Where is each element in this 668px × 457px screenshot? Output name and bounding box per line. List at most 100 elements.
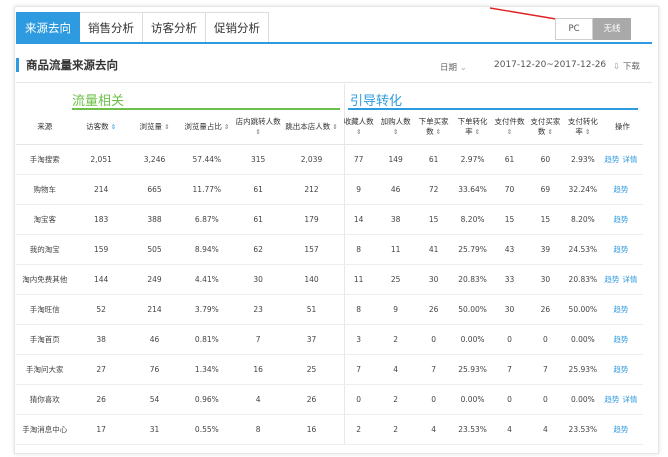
table-row: 手淘消息中心 17 31 0.55% 8 16 2 2 4 23.53% 4 4 23.53% 趋势 <box>16 414 643 445</box>
tab-sales[interactable]: 销售分析 <box>80 12 143 44</box>
table-cell: 37 <box>282 324 341 355</box>
trend-link[interactable]: 趋势 <box>613 215 628 224</box>
table-cell: 315 <box>233 144 283 175</box>
trend-link[interactable]: 趋势 <box>604 155 619 164</box>
column-header[interactable]: 支付件数 ⇕ <box>492 110 527 145</box>
table-cell: 7 <box>492 354 527 385</box>
sort-icon[interactable]: ⇕ <box>393 128 398 136</box>
table-row: 我的淘宝 159 505 8.94% 62 157 8 11 41 25.79% 43 39 24.53… <box>16 234 643 265</box>
table-cell: 23 <box>233 294 283 325</box>
column-header[interactable]: 下单转化率 ⇕ <box>453 110 493 145</box>
column-header[interactable]: 店内跳转人数 ⇕ <box>233 110 283 145</box>
trend-link[interactable]: 趋势 <box>613 425 628 434</box>
column-header[interactable]: 浏览量占比 ⇕ <box>180 110 234 145</box>
table-cell: 25.93% <box>453 354 493 385</box>
title-bar <box>16 58 19 72</box>
table-cell: 9 <box>377 294 415 325</box>
source-name: 手淘旺信 <box>16 294 74 325</box>
table-cell: 25.79% <box>453 234 493 265</box>
download-button[interactable]: ⇩ 下载 <box>613 60 640 72</box>
sort-icon[interactable]: ⇕ <box>507 128 512 136</box>
download-label: 下载 <box>622 62 640 72</box>
actions-cell: 趋势 <box>601 324 643 355</box>
table-cell: 214 <box>73 174 129 205</box>
date-type-select[interactable]: 日期 ⌄ <box>440 61 467 73</box>
table-cell: 144 <box>73 264 129 295</box>
table-cell: 25 <box>377 264 415 295</box>
table-cell: 4 <box>233 384 283 415</box>
date-range[interactable]: 2017-12-20~2017-12-26 <box>494 60 606 70</box>
sort-icon[interactable]: ⇕ <box>255 128 260 136</box>
trend-link[interactable]: 趋势 <box>613 365 628 374</box>
table-cell: 16 <box>233 354 283 385</box>
sort-icon[interactable]: ⇕ <box>222 123 229 131</box>
trend-link[interactable]: 趋势 <box>613 335 628 344</box>
trend-link[interactable]: 趋势 <box>613 305 628 314</box>
trend-link[interactable]: 趋势 <box>613 185 628 194</box>
column-header[interactable]: 收藏人数 ⇕ <box>340 110 378 145</box>
column-header[interactable]: 下单买家数 ⇕ <box>414 110 454 145</box>
column-header[interactable]: 加购人数 ⇕ <box>377 110 415 145</box>
table-cell: 57.44% <box>180 144 234 175</box>
table-cell: 32.24% <box>563 174 602 205</box>
table-cell: 26 <box>73 384 129 415</box>
column-header[interactable]: 访客数 ⇕ <box>73 110 129 145</box>
table-cell: 8.94% <box>180 234 234 265</box>
sort-icon[interactable]: ⇕ <box>330 123 337 131</box>
sort-icon[interactable]: ⇕ <box>109 123 116 131</box>
table-cell: 2,051 <box>73 144 129 175</box>
column-header[interactable]: 支付买家数 ⇕ <box>526 110 564 145</box>
trend-link[interactable]: 趋势 <box>613 245 628 254</box>
table-cell: 7 <box>414 354 454 385</box>
actions-cell: 趋势 <box>601 174 643 205</box>
table-row: 手淘搜索 2,051 3,246 57.44% 315 2,039 77 149 61 2.97%… <box>16 144 643 175</box>
table-cell: 505 <box>128 234 181 265</box>
actions-cell: 趋势 详情 <box>601 384 643 415</box>
detail-link[interactable]: 详情 <box>622 395 637 404</box>
detail-link[interactable]: 详情 <box>622 275 637 284</box>
table-row: 购物车 214 665 11.77% 61 212 9 46 72 33.64% 70 69 32.24… <box>16 174 643 205</box>
table-cell: 27 <box>73 354 129 385</box>
tab-promo[interactable]: 促销分析 <box>206 12 269 44</box>
tab-source[interactable]: 来源去向 <box>16 12 80 44</box>
column-label: 支付件数 <box>494 117 525 126</box>
tab-visitor[interactable]: 访客分析 <box>143 12 206 44</box>
trend-link[interactable]: 趋势 <box>604 275 619 284</box>
sort-icon[interactable]: ⇕ <box>545 128 552 136</box>
column-label: 收藏人数 <box>343 117 374 126</box>
column-header[interactable]: 浏览量 ⇕ <box>128 110 181 145</box>
table-cell: 2.97% <box>453 144 493 175</box>
table-cell: 61 <box>492 144 527 175</box>
column-header[interactable]: 支付转化率 ⇕ <box>563 110 602 145</box>
sort-icon[interactable]: ⇕ <box>434 128 441 136</box>
source-name: 我的淘宝 <box>16 234 74 265</box>
column-header[interactable]: 跳出本店人数 ⇕ <box>282 110 341 145</box>
table-cell: 30 <box>492 294 527 325</box>
table-row: 淘宝客 183 388 6.87% 61 179 14 38 15 8.20% 15 15 8.20% 趋… <box>16 204 643 235</box>
table-cell: 388 <box>128 204 181 235</box>
header-divider <box>16 82 652 83</box>
source-name: 手淘搜索 <box>16 144 74 175</box>
chevron-down-icon: ⌄ <box>459 63 467 73</box>
table-cell: 46 <box>128 324 181 355</box>
wireless-button[interactable]: 无线 <box>593 18 631 40</box>
sort-icon[interactable]: ⇕ <box>583 128 590 136</box>
table-cell: 61 <box>233 174 283 205</box>
detail-link[interactable]: 详情 <box>622 155 637 164</box>
table-cell: 7 <box>526 354 564 385</box>
pc-button[interactable]: PC <box>555 18 593 40</box>
section-header: 商品流量来源去向 <box>16 58 118 72</box>
sort-icon[interactable]: ⇕ <box>162 123 169 131</box>
table-cell: 26 <box>414 294 454 325</box>
table-cell: 4 <box>492 414 527 445</box>
sort-icon[interactable]: ⇕ <box>473 128 480 136</box>
table-cell: 30 <box>414 264 454 295</box>
table-cell: 69 <box>526 174 564 205</box>
table-cell: 8 <box>340 294 378 325</box>
table-cell: 2 <box>340 414 378 445</box>
column-label: 访客数 <box>86 122 109 131</box>
table-cell: 0 <box>414 384 454 415</box>
trend-link[interactable]: 趋势 <box>604 395 619 404</box>
sort-icon[interactable]: ⇕ <box>356 128 361 136</box>
actions-cell: 趋势 <box>601 414 643 445</box>
